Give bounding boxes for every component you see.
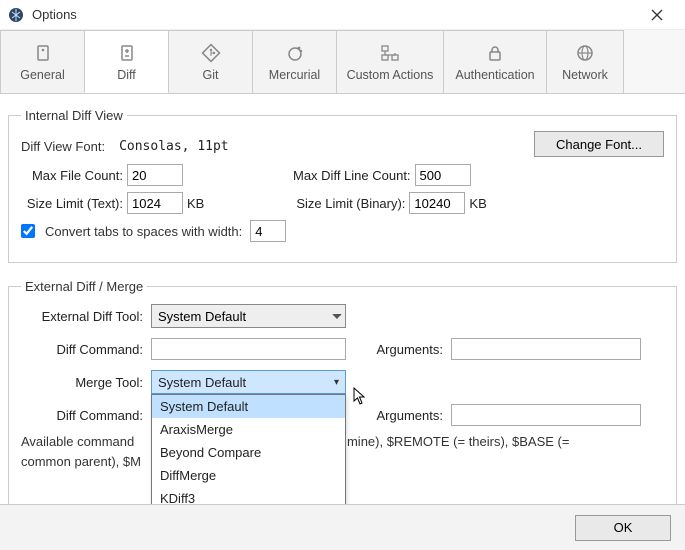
merge-command-label: Diff Command:	[21, 408, 151, 423]
merge-tool-select[interactable]: System Default ▾	[151, 370, 346, 394]
chevron-down-icon: ▾	[334, 377, 339, 388]
dropdown-option[interactable]: DiffMerge	[152, 464, 345, 487]
merge-tool-value: System Default	[158, 375, 246, 390]
tab-network[interactable]: Network	[546, 30, 624, 93]
tab-bar: General Diff Git Mercurial Custom Action…	[0, 30, 685, 94]
window-title: Options	[32, 7, 637, 22]
diff-arguments-label: Arguments:	[371, 342, 451, 357]
internal-diff-legend: Internal Diff View	[21, 108, 127, 123]
diff-font-value: Consolas, 11pt	[119, 139, 229, 154]
app-icon	[8, 7, 24, 23]
convert-tabs-label: Convert tabs to spaces with width:	[45, 224, 242, 239]
tab-label: Network	[562, 68, 608, 82]
tab-label: Diff	[117, 68, 136, 82]
max-file-count-label: Max File Count:	[21, 168, 123, 183]
tab-git[interactable]: Git	[168, 30, 253, 93]
external-diff-tool-select[interactable]: System Default	[151, 304, 346, 328]
size-limit-binary-input[interactable]	[409, 192, 465, 214]
merge-tool-label: Merge Tool:	[21, 375, 151, 390]
tab-label: Git	[203, 68, 219, 82]
size-limit-text-label: Size Limit (Text):	[21, 196, 123, 211]
tab-diff[interactable]: Diff	[84, 30, 169, 93]
custom-actions-icon	[379, 42, 401, 64]
max-file-count-input[interactable]	[127, 164, 183, 186]
diff-font-label: Diff View Font:	[21, 139, 105, 154]
convert-tabs-checkbox[interactable]	[21, 224, 35, 238]
merge-arguments-label: Arguments:	[371, 408, 451, 423]
max-diff-line-label: Max Diff Line Count:	[293, 168, 411, 183]
tab-label: Custom Actions	[347, 68, 434, 82]
close-button[interactable]	[637, 0, 677, 30]
tab-mercurial[interactable]: Mercurial	[252, 30, 337, 93]
dropdown-option[interactable]: AraxisMerge	[152, 418, 345, 441]
dropdown-option[interactable]: Beyond Compare	[152, 441, 345, 464]
tab-custom-actions[interactable]: Custom Actions	[336, 30, 444, 93]
tab-label: Authentication	[455, 68, 534, 82]
kb-label: KB	[187, 196, 204, 211]
lock-icon	[485, 42, 505, 64]
tabs-width-input[interactable]	[250, 220, 286, 242]
close-icon	[651, 9, 663, 21]
dialog-footer: OK	[0, 504, 685, 550]
tab-label: General	[20, 68, 64, 82]
size-limit-binary-label: Size Limit (Binary):	[296, 196, 405, 211]
tab-authentication[interactable]: Authentication	[443, 30, 547, 93]
title-bar: Options	[0, 0, 685, 30]
dropdown-option[interactable]: KDiff3	[152, 487, 345, 504]
external-diff-fieldset: External Diff / Merge External Diff Tool…	[8, 279, 677, 504]
change-font-button[interactable]: Change Font...	[534, 131, 664, 157]
external-diff-tool-label: External Diff Tool:	[21, 309, 151, 324]
merge-arguments-input[interactable]	[451, 404, 641, 426]
tab-label: Mercurial	[269, 68, 320, 82]
general-icon	[33, 42, 53, 64]
mercurial-icon	[285, 42, 305, 64]
external-diff-legend: External Diff / Merge	[21, 279, 147, 294]
diff-command-label: Diff Command:	[21, 342, 151, 357]
ok-button[interactable]: OK	[575, 515, 671, 541]
tab-general[interactable]: General	[0, 30, 85, 93]
tab-content-diff: Internal Diff View Change Font... Diff V…	[0, 94, 685, 504]
max-diff-line-input[interactable]	[415, 164, 471, 186]
dropdown-option[interactable]: System Default	[152, 395, 345, 418]
kb-label: KB	[469, 196, 486, 211]
internal-diff-fieldset: Internal Diff View Change Font... Diff V…	[8, 108, 677, 263]
git-icon	[201, 42, 221, 64]
diff-command-input[interactable]	[151, 338, 346, 360]
diff-arguments-input[interactable]	[451, 338, 641, 360]
diff-icon	[117, 42, 137, 64]
network-icon	[575, 42, 595, 64]
merge-tool-dropdown: System Default AraxisMerge Beyond Compar…	[151, 394, 346, 504]
size-limit-text-input[interactable]	[127, 192, 183, 214]
